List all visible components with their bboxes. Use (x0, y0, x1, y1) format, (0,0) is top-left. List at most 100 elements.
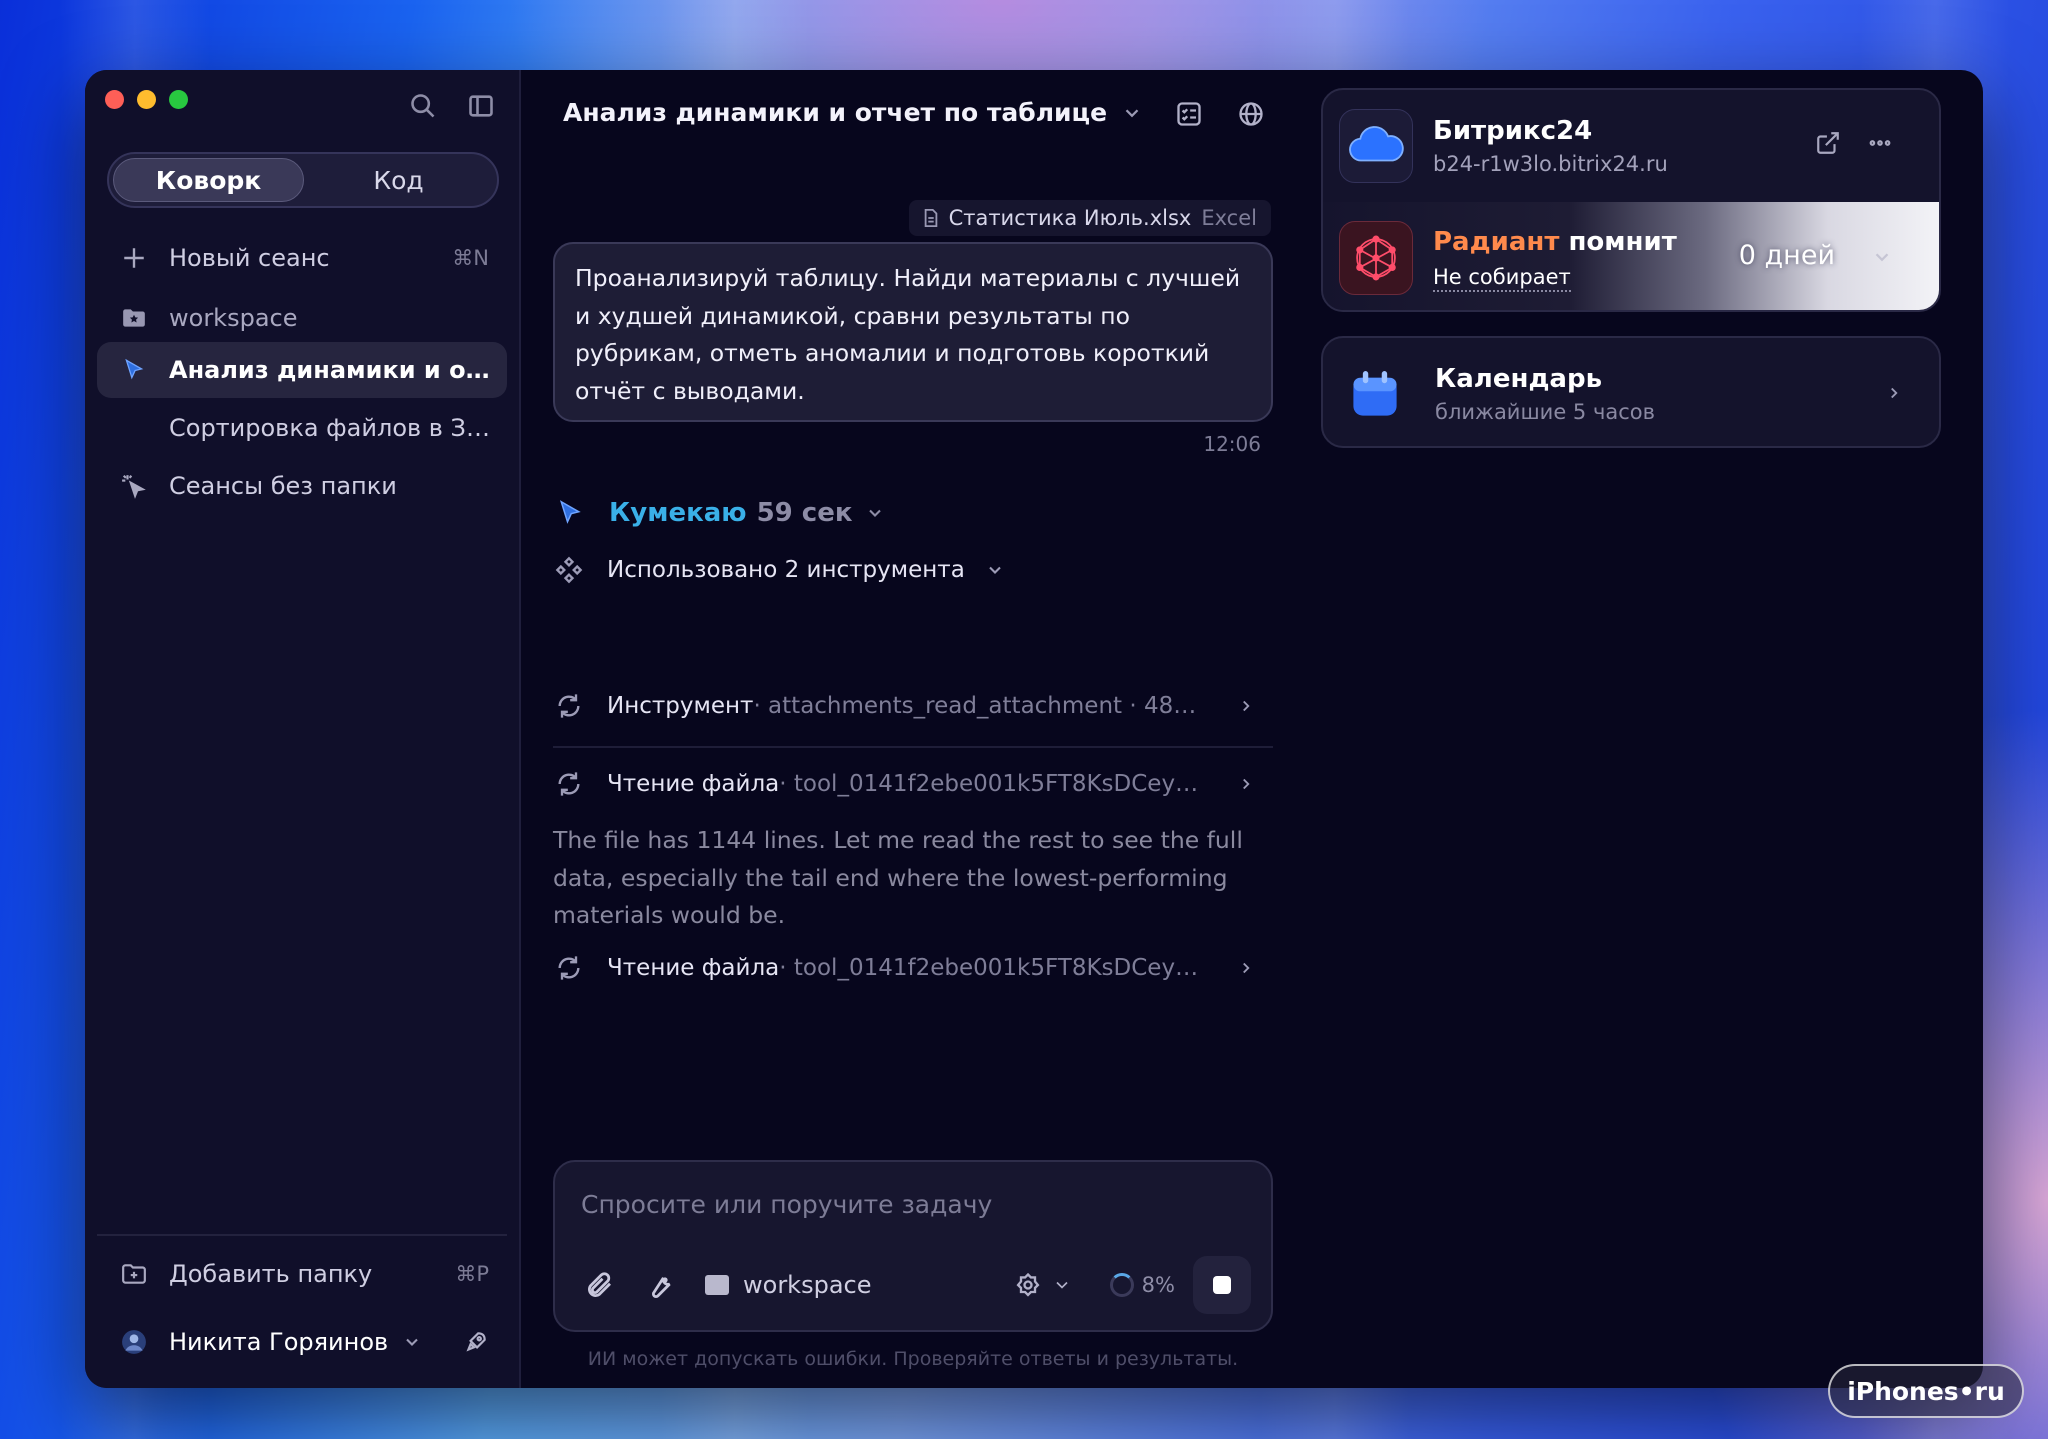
close-window-button[interactable] (105, 90, 124, 109)
sidebar-toolbar (409, 92, 495, 120)
tool-step[interactable]: Чтение файла · tool_0141f2ebe001k5FT8KsD… (555, 954, 1275, 982)
calendar-subtitle: ближайшие 5 часов (1435, 400, 1655, 424)
user-name: Никита Горяинов (169, 1328, 389, 1356)
radiant-title-rest: помнит (1559, 227, 1677, 257)
chevron-down-icon (1125, 108, 1139, 117)
connector-title: Битрикс24 (1433, 116, 1593, 146)
step-detail: · attachments_read_attachment · 486 ст..… (753, 693, 1207, 719)
connector-radiant[interactable]: Радиант помнит Не собирает 0 дней (1323, 202, 1939, 310)
radiant-days: 0 дней (1738, 240, 1835, 271)
connectors-panel: Битрикс24 b24-r1w3lo.bitrix24.ru Радиант… (1301, 70, 1983, 1388)
assistant-text: The file has 1144 lines. Let me read the… (553, 826, 1243, 929)
step-divider (553, 746, 1273, 748)
step-detail: · tool_0141f2ebe001k5FT8KsDCeyq9y... (779, 955, 1207, 981)
new-session-button[interactable]: Новый сеанс ⌘N (97, 230, 507, 286)
wrench-icon[interactable] (645, 1270, 675, 1300)
context-usage: 8% (1109, 1273, 1175, 1297)
chevron-right-icon (1243, 700, 1250, 712)
session-label: Анализ динамики и отчет ... (169, 356, 499, 384)
chat-title: Анализ динамики и отчет по таблице (563, 98, 1108, 127)
message-time: 12:06 (1203, 432, 1261, 456)
chevron-right-icon (1891, 387, 1898, 399)
add-folder-shortcut: ⌘P (455, 1262, 489, 1286)
chevron-down-icon[interactable] (1052, 1275, 1072, 1295)
attachment-chip[interactable]: Статистика Июль.xlsx Excel (908, 200, 1271, 236)
thinking-duration: 59 сек (756, 498, 853, 528)
thinking-toggle[interactable]: Кумекаю 59 сек (555, 498, 885, 528)
tool-step[interactable]: Инструмент · attachments_read_attachment… (555, 692, 1275, 720)
document-icon (924, 209, 937, 227)
connector-card: Битрикс24 b24-r1w3lo.bitrix24.ru Радиант… (1321, 88, 1941, 312)
sidebar-folder-workspace[interactable]: workspace (97, 290, 507, 346)
attachment-type: Excel (1201, 206, 1257, 230)
sidebar-session-active[interactable]: Анализ динамики и отчет ... (97, 342, 507, 398)
attachment-name: Статистика Июль.xlsx (948, 206, 1192, 230)
workspace-selector[interactable]: workspace (705, 1271, 871, 1299)
no-folder-label: Сеансы без папки (169, 472, 397, 500)
add-folder-label: Добавить папку (169, 1260, 373, 1288)
folder-plus-icon (119, 1259, 149, 1289)
zoom-window-button[interactable] (169, 90, 188, 109)
connector-actions (1815, 130, 1893, 156)
workspace-label: workspace (743, 1271, 872, 1299)
new-session-label: Новый сеанс (169, 244, 330, 272)
rocket-icon[interactable] (463, 1329, 489, 1355)
watermark-logo: iPhones•ru (1828, 1364, 2024, 1418)
app-window: Коворк Код Новый сеанс ⌘N workspace Анал… (85, 70, 1983, 1388)
chevron-right-icon (1243, 778, 1250, 790)
cloud-icon (1339, 109, 1413, 183)
refresh-icon (558, 694, 580, 718)
refresh-icon (558, 956, 580, 980)
window-controls (105, 90, 188, 109)
minimize-window-button[interactable] (137, 90, 156, 109)
tab-code[interactable]: Код (304, 158, 493, 202)
stop-button[interactable] (1193, 1256, 1251, 1314)
composer-actions: 8% (1014, 1256, 1251, 1314)
sparkle-cursor-icon (119, 471, 149, 501)
refresh-icon (558, 772, 580, 796)
prompt-input[interactable]: Спросите или поручите задачу (581, 1190, 992, 1219)
chat-title-menu[interactable]: Анализ динамики и отчет по таблице (563, 98, 1143, 127)
paperclip-icon[interactable] (585, 1270, 615, 1300)
external-link-icon[interactable] (1815, 130, 1841, 156)
add-folder-button[interactable]: Добавить папку ⌘P (97, 1246, 507, 1302)
network-icon (1339, 221, 1413, 295)
chat-pane: Анализ динамики и отчет по таблице Стати… (521, 70, 1301, 1388)
composer[interactable]: Спросите или поручите задачу workspace 8… (553, 1160, 1273, 1332)
chevron-right-icon (1243, 962, 1250, 974)
calendar-icon (1343, 357, 1407, 431)
search-icon[interactable] (409, 92, 437, 120)
connector-calendar[interactable]: Календарь ближайшие 5 часов (1321, 336, 1941, 448)
radiant-subtitle[interactable]: Не собирает (1433, 265, 1571, 292)
step-label: Инструмент (607, 693, 754, 719)
checklist-icon[interactable] (1175, 100, 1203, 128)
sidebar-toggle-icon[interactable] (467, 92, 495, 120)
tool-step[interactable]: Чтение файла · tool_0141f2ebe001k5FT8KsD… (555, 770, 1275, 798)
more-icon[interactable] (1867, 130, 1893, 156)
composer-tools: workspace (585, 1270, 871, 1300)
model-selector-icon[interactable] (1014, 1271, 1042, 1299)
chat-toolbar (1175, 100, 1265, 128)
disclaimer: ИИ может допускать ошибки. Проверяйте от… (587, 1348, 1239, 1370)
globe-icon[interactable] (1237, 100, 1265, 128)
sidebar-divider (97, 1234, 507, 1236)
folder-label: workspace (169, 304, 298, 332)
tab-cowork[interactable]: Коворк (113, 158, 304, 202)
chevron-down-icon (989, 566, 1001, 574)
sidebar-session[interactable]: Сортировка файлов в Заг... (97, 400, 507, 456)
mode-switch: Коворк Код (107, 152, 499, 208)
tools-used-toggle[interactable]: Использовано 2 инструмента (555, 556, 1275, 584)
step-label: Чтение файла (607, 955, 780, 981)
user-message: Проанализируй таблицу. Найди материалы с… (553, 242, 1273, 422)
context-usage-value: 8% (1141, 1273, 1175, 1297)
connector-bitrix[interactable]: Битрикс24 b24-r1w3lo.bitrix24.ru (1323, 90, 1939, 202)
sidebar-no-folder-sessions[interactable]: Сеансы без папки (97, 458, 507, 514)
cursor-icon (119, 355, 149, 385)
tools-icon (555, 556, 583, 584)
chevron-down-icon[interactable] (1871, 246, 1893, 268)
session-label: Сортировка файлов в Заг... (169, 414, 499, 442)
plus-icon (119, 243, 149, 273)
thinking-label: Кумекаю (609, 498, 747, 528)
user-menu[interactable]: Никита Горяинов (97, 1314, 507, 1370)
step-detail: · tool_0141f2ebe001k5FT8KsDCeyq9y... (779, 771, 1207, 797)
